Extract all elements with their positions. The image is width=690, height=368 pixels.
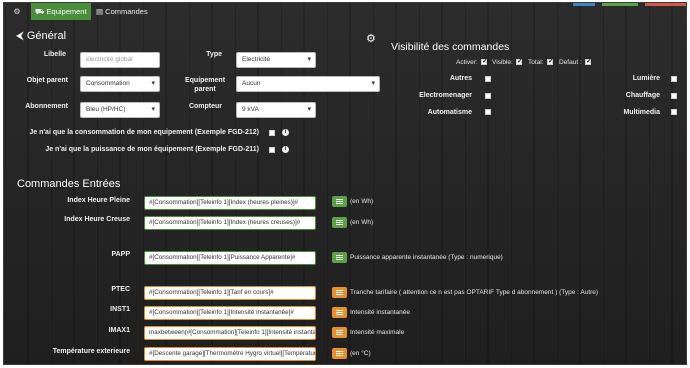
settings-icon: ⚙ [13,7,21,16]
total-label: Total: [528,59,544,66]
list-icon [336,290,343,295]
defaut-label: Defaut : [559,59,582,66]
conso-only-label: Je n'ai que la consommation de mon equip… [29,129,259,136]
cmd-input[interactable]: maxbetween(#[Consommation][Teleinfo 1][I… [144,326,316,340]
abonnement-select[interactable]: Bleu (HP/HC) [80,102,160,118]
cmd-unit: Puissance apparente instantanée (Type : … [350,254,503,261]
list-icon [336,330,343,335]
type-label: Type [206,51,222,58]
libelle-label: Libelle [43,51,66,58]
cmd-list-button[interactable] [332,287,347,298]
cmd-input[interactable]: #[Consommation][Teleinfo 1][Tarif en cou… [144,286,316,300]
cmd-unit: (en °C) [350,350,371,357]
list-icon: ▤ [96,7,106,16]
libelle-input[interactable]: électricité global [80,52,160,68]
cmd-label: Index Heure Creuse [64,216,130,223]
vis-multimedia-checkbox[interactable] [671,109,677,115]
conso-only-checkbox[interactable] [269,130,275,136]
list-icon [336,220,343,225]
compteur-label: Compteur [188,103,222,110]
vis-electromenager-checkbox[interactable] [485,93,491,99]
list-icon [336,255,343,260]
cmd-unit: Intensité maximale [350,329,405,336]
objet-parent-select[interactable]: Consommation [80,76,160,92]
general-title: ⮜ Général [16,30,66,43]
activer-label: Activer: [456,59,478,66]
cmd-input[interactable]: #[Consommation][Teleinfo 1][Puissance Ap… [144,251,316,265]
vis-chauffage-checkbox[interactable] [671,93,677,99]
abonnement-label: Abonnement [25,103,68,110]
cmd-list-button[interactable] [332,196,347,207]
tab-equipment[interactable]: ⛟ Equipement [31,3,91,20]
tab-bar: ⚙ ⛟ Equipement ▤ Commandes [4,3,686,20]
cmd-label: Température exterieure [52,348,130,355]
info-icon[interactable]: i [282,146,289,153]
cmd-unit: Intensité instantanée [350,309,410,316]
vis-electromenager-label: Electromenager [419,92,472,99]
commands-title: Commandes Entrées [17,178,121,190]
cmd-list-button[interactable] [332,327,347,338]
defaut-checkbox[interactable] [585,57,592,65]
vis-automatisme-label: Automatisme [427,109,472,116]
puissance-only-checkbox[interactable] [269,147,275,153]
cmd-list-button[interactable] [332,217,347,228]
vis-chauffage-label: Chauffage [625,92,660,99]
vis-lumiere-label: Lumière [632,75,660,82]
cmd-label: INST1 [110,306,130,313]
tab-commands-label: Commandes [105,7,148,16]
visible-label: Visible: [492,59,513,66]
car-icon: ⛟ [35,7,47,16]
cmd-input[interactable]: #[Consommation][Teleinfo 1][Index (heure… [144,216,316,230]
cmd-input[interactable]: #[Descente garage][Thermomètre Hygro vir… [144,347,316,361]
general-title-text: Général [26,30,67,42]
cmd-list-button[interactable] [332,252,347,263]
vis-autres-checkbox[interactable] [485,76,491,82]
equipment-config-panel: ⚙ ⛟ Equipement ▤ Commandes ⮜ Général ⚙ L… [3,2,687,365]
objet-parent-label: Objet parent [26,77,68,84]
cmd-label: IMAX1 [108,327,130,334]
cmd-list-button[interactable] [332,307,347,318]
visibility-title: Visibilité des commandes [391,41,510,53]
list-icon [336,199,343,204]
visible-checkbox[interactable] [516,57,523,65]
cmd-label: PTEC [111,286,130,293]
cmd-label: PAPP [111,251,130,258]
back-tab[interactable]: ⚙ [10,5,24,18]
list-icon [336,351,343,356]
cmd-input[interactable]: #[Consommation][Teleinfo 1][Intensité in… [144,306,316,320]
total-checkbox[interactable] [547,57,554,65]
cmd-unit: (en Wh) [350,219,374,226]
tab-equipment-label: Equipement [46,7,87,16]
type-select[interactable]: Electricité [236,52,316,68]
vis-lumiere-checkbox[interactable] [671,76,677,82]
cmd-list-button[interactable] [332,348,347,359]
vis-automatisme-checkbox[interactable] [485,109,491,115]
cmd-input[interactable]: #[Consommation][Teleinfo 1][Index (heure… [144,196,316,210]
cmd-unit: (en Wh) [350,198,374,205]
tab-commands[interactable]: ▤ Commandes [96,3,148,20]
list-icon [336,310,343,315]
vis-multimedia-label: Multimedia [623,109,660,116]
cmd-label: Index Heure Pleine [67,197,130,204]
vis-autres-label: Autres [449,75,472,82]
back-arrow-icon[interactable]: ⮜ [16,30,24,42]
info-icon[interactable]: i [282,129,289,136]
puissance-only-label: Je n'ai que la puissance de mon équipeme… [45,146,259,153]
advanced-config-icon[interactable]: ⚙ [366,32,376,45]
compteur-select[interactable]: 9 kVA [236,102,316,118]
equip-parent-label: Equipement parent [184,77,226,93]
equip-parent-select[interactable]: Aucun [236,76,380,92]
activer-checkbox[interactable] [481,57,488,65]
cmd-unit: Tranche tarifaire ( attention ce n est p… [350,289,599,296]
